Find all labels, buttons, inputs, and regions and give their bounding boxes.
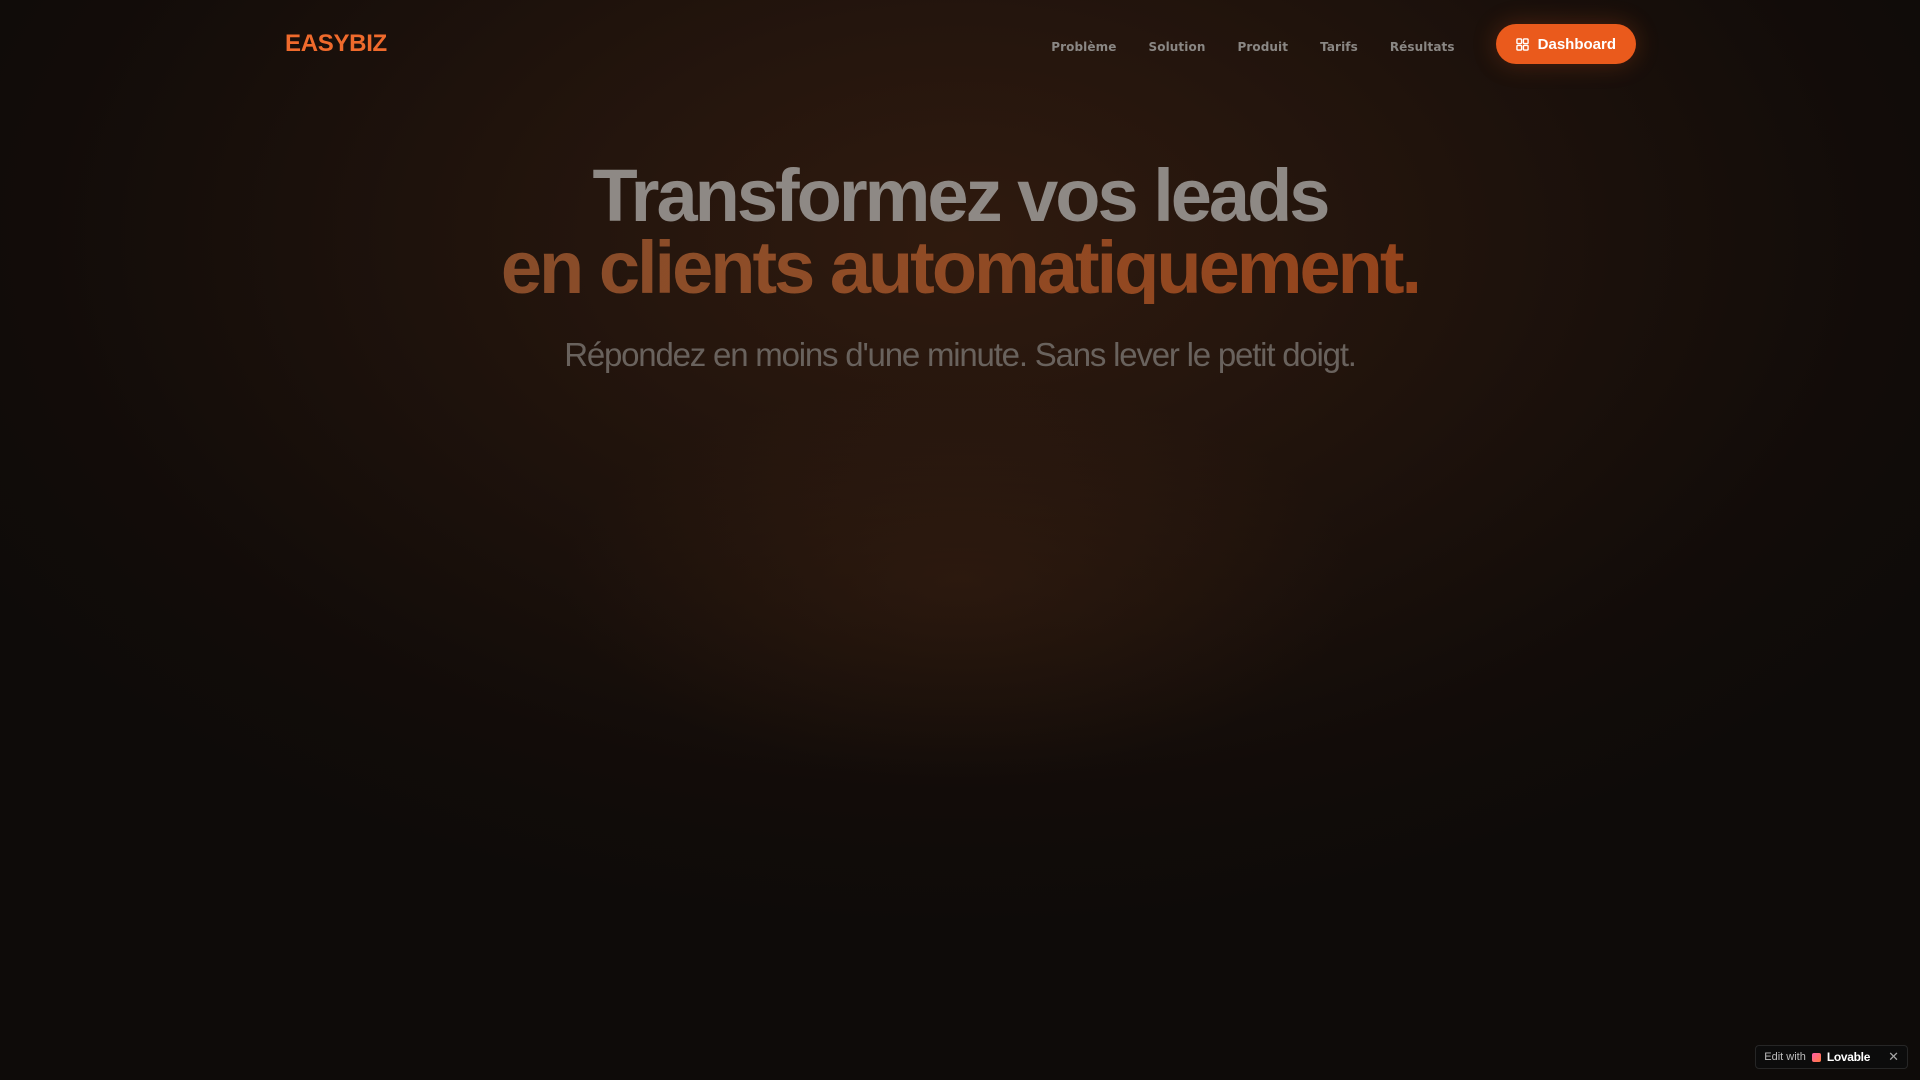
navbar: EASYBIZ Problème Solution Produit Tarifs… (285, 24, 1636, 64)
lovable-badge[interactable]: Edit with Lovable ✕ (1755, 1045, 1908, 1069)
hero-subtitle: Répondez en moins d'une minute. Sans lev… (564, 336, 1357, 373)
background-glow (560, 380, 1360, 780)
close-icon[interactable]: ✕ (1888, 1051, 1899, 1064)
dashboard-button-label: Dashboard (1537, 35, 1616, 53)
hero-title-line1: Transformez vos leads (592, 154, 1331, 237)
nav-link-produit[interactable]: Produit (1237, 40, 1288, 54)
nav-link-resultats[interactable]: Résultats (1390, 40, 1455, 54)
nav-link-solution[interactable]: Solution (1148, 40, 1205, 54)
hero-title-line2: en clients automatiquement. (0, 231, 1920, 305)
dashboard-button[interactable]: Dashboard (1495, 24, 1636, 64)
badge-brand: Lovable (1826, 1050, 1871, 1064)
nav-link-tarifs[interactable]: Tarifs (1320, 40, 1358, 54)
hero-title: Transformez vos leads en clients automat… (0, 154, 1920, 305)
nav-links: Problème Solution Produit Tarifs Résulta… (1051, 40, 1454, 54)
lovable-heart-icon (1811, 1052, 1821, 1062)
badge-edit-label: Edit with (1764, 1051, 1806, 1063)
hero-section: Transformez vos leads en clients automat… (0, 154, 1920, 374)
nav-right: Problème Solution Produit Tarifs Résulta… (1051, 24, 1636, 64)
nav-link-probleme[interactable]: Problème (1051, 40, 1116, 54)
grid-icon (1515, 37, 1529, 51)
logo[interactable]: EASYBIZ (285, 30, 387, 58)
